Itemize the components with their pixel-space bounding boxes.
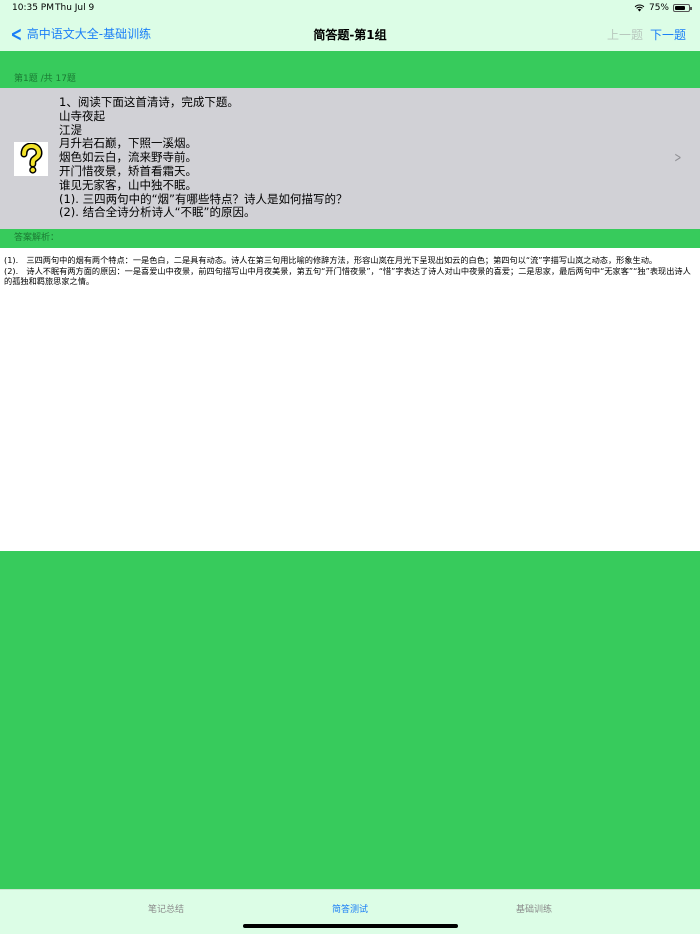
next-question-button[interactable]: 下一题: [650, 26, 686, 43]
status-bar: 10:35 PM Thu Jul 9 75%: [0, 0, 700, 16]
tab-notes-summary[interactable]: 笔记总结: [148, 902, 184, 915]
chevron-right-icon: >: [674, 150, 682, 166]
answer-text: (1). 三四两句中的烟有两个特点：一是色白，二是具有动态。诗人在第三句用比喻的…: [0, 248, 700, 551]
home-indicator[interactable]: [243, 924, 458, 928]
question-mark-icon: [14, 142, 48, 176]
battery-percent: 75%: [648, 3, 669, 13]
battery-icon: [673, 4, 692, 12]
question-line: 烟色如云白，流来野寺前。: [59, 150, 197, 165]
status-date: Thu Jul 9: [55, 3, 95, 13]
status-right: 75%: [634, 3, 692, 13]
question-line: (2). 结合全诗分析诗人“不眠”的原因。: [59, 205, 256, 220]
wifi-icon: [634, 4, 645, 12]
tab-basic-training[interactable]: 基础训练: [516, 902, 552, 915]
question-line: 月升岩石巅，下照一溪烟。: [59, 136, 197, 151]
question-line: 谁见无家客，山中独不眠。: [59, 177, 197, 192]
answer-header: 答案解析：: [0, 229, 700, 247]
top-spacer: [0, 51, 700, 71]
question-line: (1). 三四两句中的“烟”有哪些特点？诗人是如何描写的？: [59, 191, 348, 206]
question-counter: 第1题 /共 17题: [0, 70, 700, 88]
answer-paragraph: (1). 三四两句中的烟有两个特点：一是色白，二是具有动态。诗人在第三句用比喻的…: [4, 255, 658, 265]
question-line: 山寺夜起: [59, 108, 105, 123]
navigation-bar: < 高中语文大全-基础训练 简答题-第1组 上一题 下一题: [0, 16, 700, 51]
question-line: 1、阅读下面这首清诗，完成下题。: [59, 95, 239, 109]
question-text: 1、阅读下面这首清诗，完成下题。 山寺夜起 江湜 月升岩石巅，下照一溪烟。 烟色…: [59, 95, 348, 220]
status-time: 10:35 PM: [12, 3, 54, 13]
page-title: 简答题-第1组: [313, 28, 387, 42]
question-line: 江湜: [59, 122, 82, 137]
question-line: 开门惜夜景，矫首看霜天。: [59, 163, 197, 178]
question-cell[interactable]: 1、阅读下面这首清诗，完成下题。 山寺夜起 江湜 月升岩石巅，下照一溪烟。 烟色…: [0, 88, 700, 229]
previous-question-button[interactable]: 上一题: [607, 26, 643, 43]
tab-short-answer-test[interactable]: 简答测试: [332, 902, 368, 915]
answer-paragraph: (2). 诗人不眠有两方面的原因：一是喜爱山中夜景，前四句描写山中月夜美景，第五…: [4, 265, 691, 287]
